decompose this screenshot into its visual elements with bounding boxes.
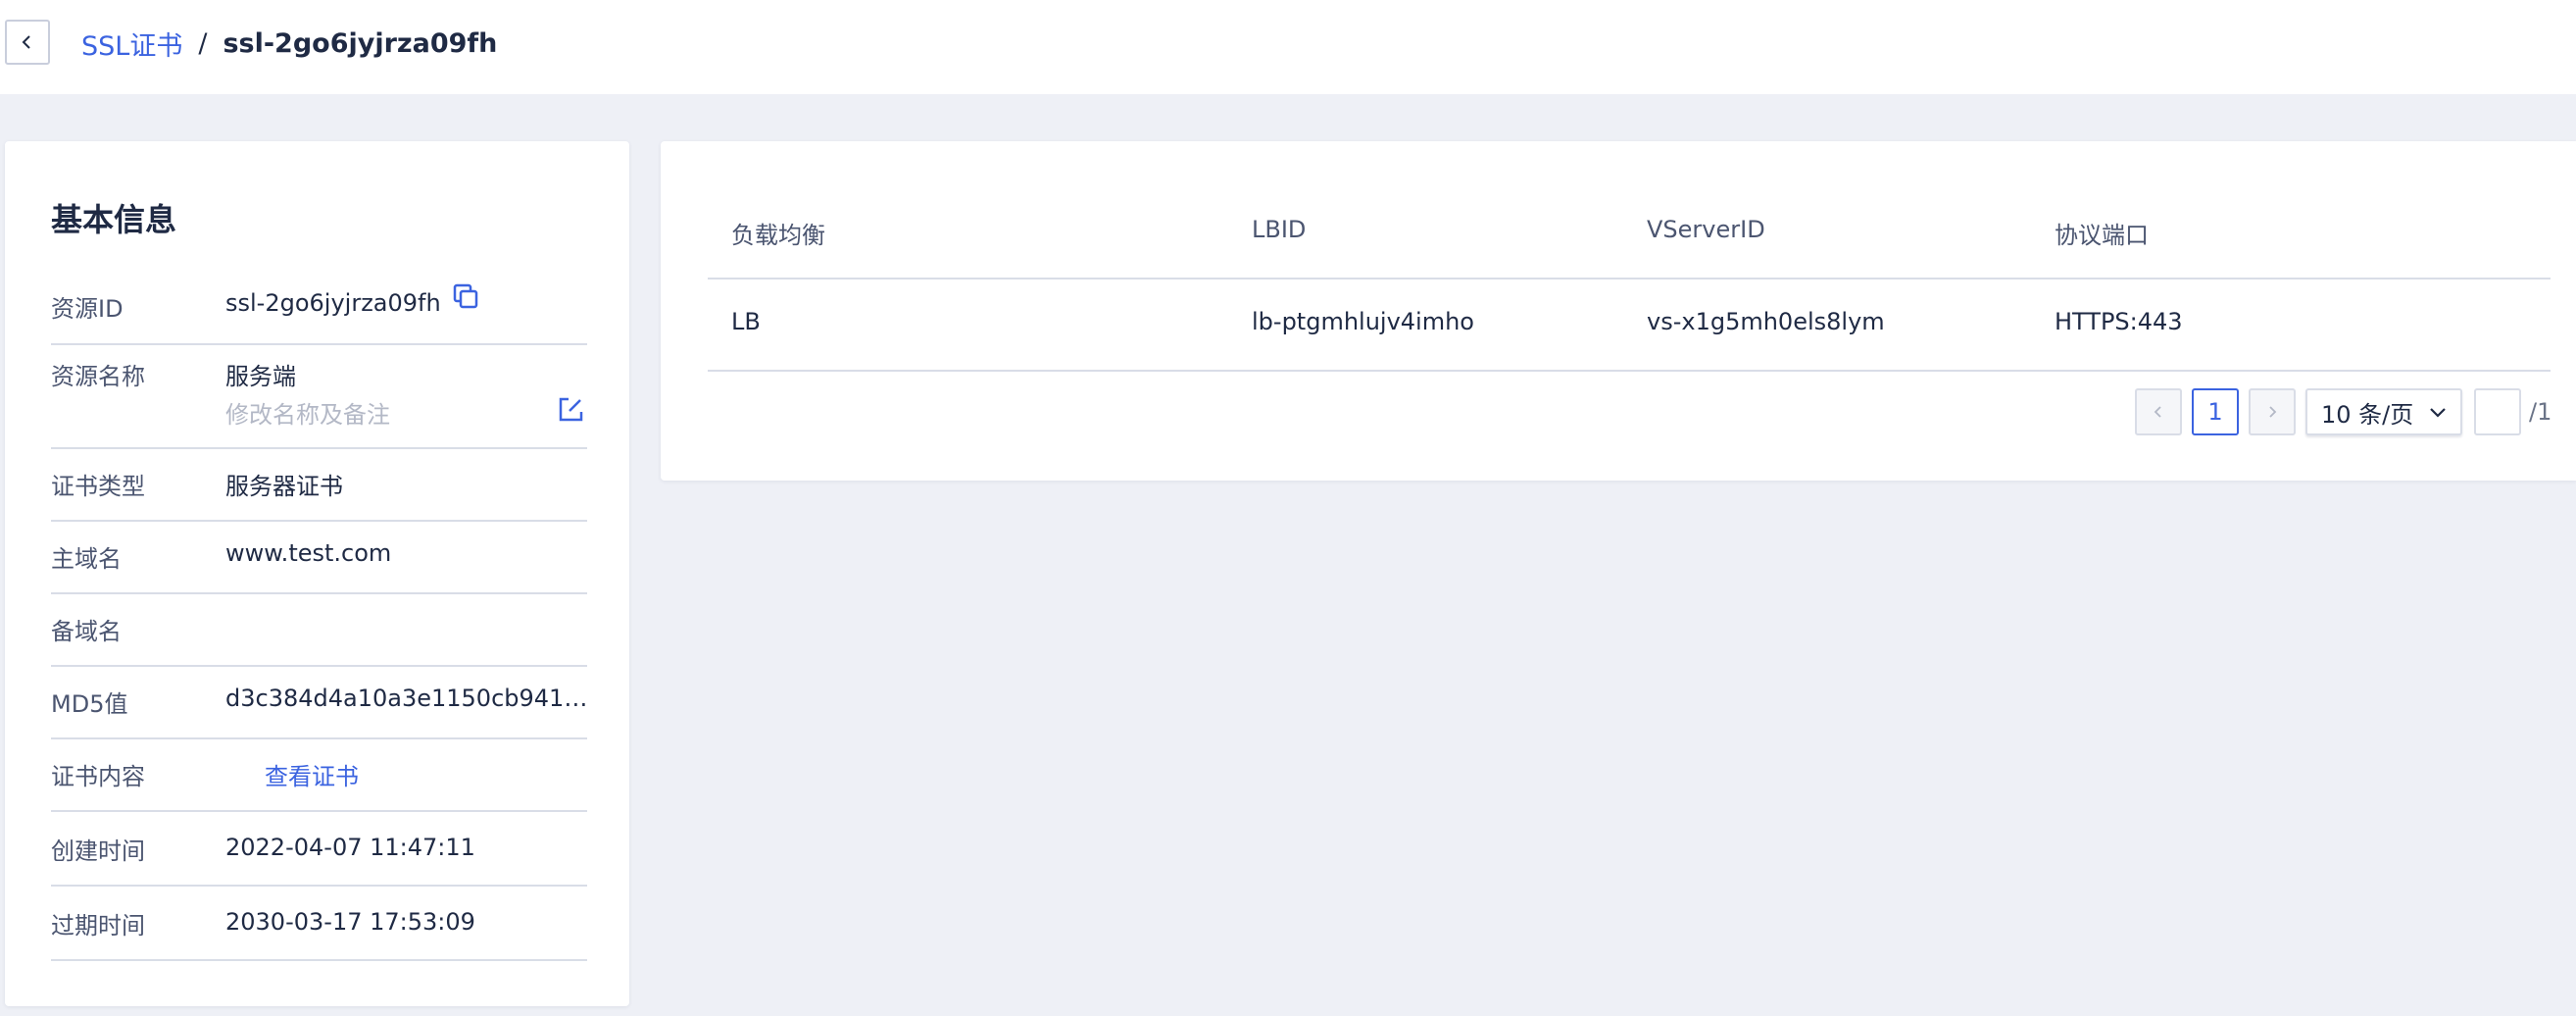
page-total: /1 [2529,398,2552,426]
info-label: 备域名 [51,618,122,645]
info-label: MD5值 [51,690,128,718]
info-row-main-domain: 主域名 www.test.com [51,522,587,594]
table-cell-protocol-port: HTTPS:443 [2055,308,2183,335]
page-jump-input[interactable] [2474,388,2521,435]
cert-type-value: 服务器证书 [225,473,343,500]
chevron-left-icon [22,35,30,49]
created-time-value: 2022-04-07 11:47:11 [225,834,475,861]
info-row-md5: MD5值 d3c384d4a10a3e1150cb941b... [51,667,588,739]
main-domain-value: www.test.com [225,539,392,567]
info-row-cert-content: 证书内容 查看证书 [51,739,587,812]
info-label: 过期时间 [51,912,145,940]
info-label: 资源ID [51,295,124,323]
table-cell-lbid: lb-ptgmhlujv4imho [1252,308,1474,335]
breadcrumb-separator: / [198,27,208,59]
info-row-resource-id: 资源ID ssl-2go6jyjrza09fh [51,281,587,345]
back-button[interactable] [5,20,50,65]
info-label: 资源名称 [51,363,145,390]
breadcrumb-current: ssl-2go6jyjrza09fh [223,27,498,59]
info-row-created: 创建时间 2022-04-07 11:47:11 [51,812,587,887]
column-header-vserverid: VServerID [1647,216,1765,243]
info-label: 证书类型 [51,473,145,500]
column-header-lbid: LBID [1252,216,1307,243]
table-cell-lb: LB [731,308,761,335]
breadcrumb-ssl-link[interactable]: SSL证书 [81,25,182,63]
chevron-down-icon [2430,408,2446,418]
table-cell-vserverid: vs-x1g5mh0els8lym [1647,308,1885,335]
basic-info-card: 基本信息 资源ID ssl-2go6jyjrza09fh 资源名称 服务端 修改… [5,141,629,1006]
page-size-value: 10 条/页 [2321,400,2414,429]
info-row-expires: 过期时间 2030-03-17 17:53:09 [51,887,587,961]
next-page-button[interactable] [2249,388,2296,435]
info-label: 创建时间 [51,838,145,865]
info-row-backup-domain: 备域名 [51,594,587,667]
table-row-divider [708,370,2551,372]
page-size-select[interactable]: 10 条/页 [2305,388,2462,435]
info-label: 证书内容 [51,763,145,790]
copy-icon[interactable] [451,281,480,311]
view-certificate-link[interactable]: 查看证书 [265,757,359,791]
table-header-divider [708,278,2551,279]
expire-time-value: 2030-03-17 17:53:09 [225,908,475,936]
chevron-right-icon [2269,406,2277,418]
top-bar: SSL证书 / ssl-2go6jyjrza09fh [0,0,2576,94]
info-row-cert-type: 证书类型 服务器证书 [51,449,587,522]
info-label: 主域名 [51,545,122,573]
prev-page-button[interactable] [2135,388,2182,435]
resource-name-hint: 修改名称及备注 [225,401,390,429]
edit-icon[interactable] [556,395,585,425]
breadcrumb: SSL证书 / ssl-2go6jyjrza09fh [81,24,497,63]
lb-table-card: 负载均衡 LBID VServerID 协议端口 LB lb-ptgmhlujv… [661,141,2576,481]
basic-info-title: 基本信息 [51,201,177,238]
resource-id-value: ssl-2go6jyjrza09fh [225,289,441,317]
chevron-left-icon [2154,406,2161,418]
page-number-button[interactable]: 1 [2192,388,2239,435]
column-header-lb: 负载均衡 [731,222,825,249]
md5-value: d3c384d4a10a3e1150cb941b... [225,685,588,712]
column-header-protocol-port: 协议端口 [2055,222,2149,249]
resource-name-value: 服务端 [225,363,296,390]
info-row-resource-name: 资源名称 服务端 修改名称及备注 [51,345,587,449]
